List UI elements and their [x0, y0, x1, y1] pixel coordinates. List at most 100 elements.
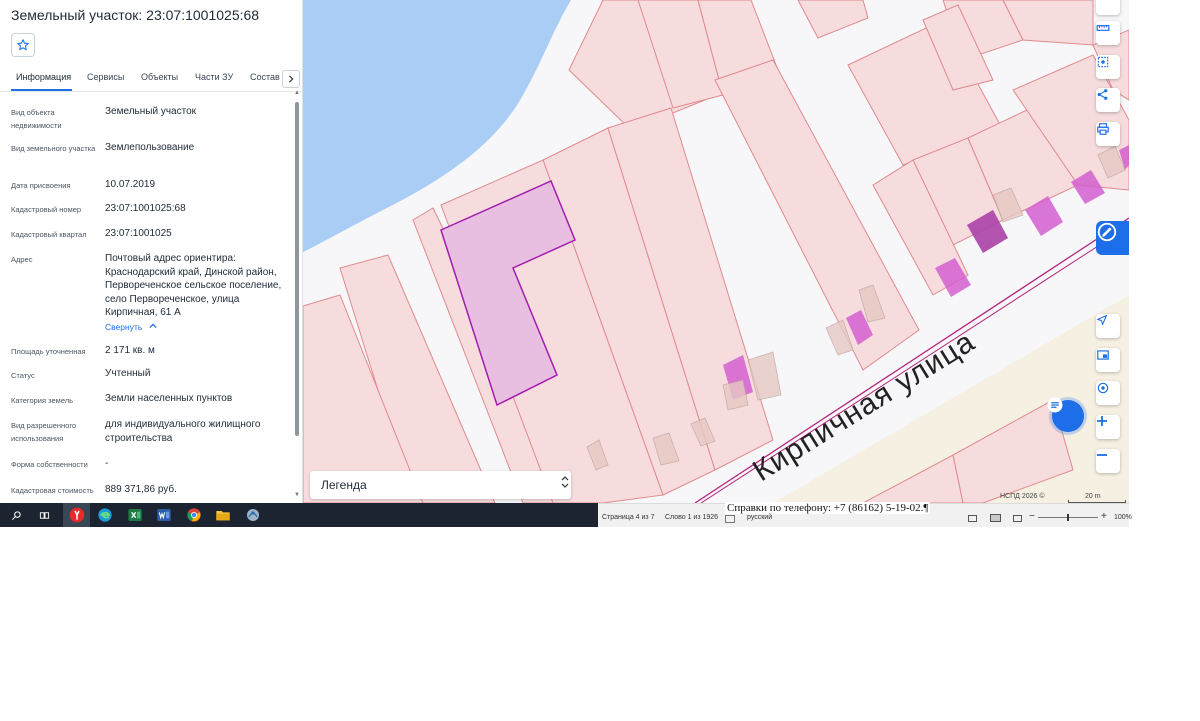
layers-icon: [1096, 0, 1108, 3]
geolocation-icon: [1097, 382, 1109, 394]
active-tab-indicator: [11, 89, 72, 91]
property-label: Дата присвоения: [11, 181, 71, 190]
scale-label: 20 m: [1085, 493, 1101, 500]
zoom-out-icon: [1097, 454, 1107, 456]
word-button[interactable]: [153, 505, 175, 525]
legend-label: Легенда: [321, 478, 367, 492]
tab-objects[interactable]: Объекты: [141, 72, 178, 82]
print-button[interactable]: [1096, 122, 1120, 146]
property-value: Учтенный: [105, 368, 151, 379]
property-label: Категория земель: [11, 396, 74, 405]
network-button[interactable]: [242, 505, 264, 525]
locate-button[interactable]: [1096, 314, 1120, 338]
tab-parts[interactable]: Части ЗУ: [195, 72, 233, 82]
proofing-icon[interactable]: [725, 515, 735, 523]
chat-button[interactable]: [1046, 396, 1090, 436]
yandex-browser-button[interactable]: [63, 503, 90, 527]
chrome-button[interactable]: [183, 505, 205, 525]
property-value: для индивидуального жилищного строительс…: [105, 419, 261, 444]
zoom-in-icon: [1097, 416, 1107, 426]
share-icon: [1097, 89, 1108, 100]
page-title: Земельный участок: 23:07:1001025:68: [11, 7, 260, 23]
parcel[interactable]: [797, 0, 869, 39]
scroll-thumb[interactable]: [295, 102, 299, 436]
property-label: Вид объекта недвижимости: [11, 108, 62, 130]
page-count[interactable]: Страница 4 из 7: [602, 514, 654, 521]
language-indicator[interactable]: русский: [747, 514, 772, 521]
print-icon: [1097, 123, 1109, 135]
zoom-slider-thumb[interactable]: [1067, 514, 1069, 521]
tab-info[interactable]: Информация: [16, 72, 71, 82]
chevron-right-icon: [288, 75, 294, 83]
tabs-next-button[interactable]: [282, 70, 300, 88]
layers-button[interactable]: [1096, 0, 1120, 15]
excel-button[interactable]: [124, 505, 146, 525]
word-count[interactable]: Слово 1 из 1926: [665, 514, 718, 521]
info-panel: Земельный участок: 23:07:1001025:68 Инфо…: [0, 0, 303, 503]
yandex-browser-icon: [69, 507, 84, 523]
property-value: 23:07:1001025:68: [105, 203, 186, 214]
property-value: 889 371,86 руб.: [105, 484, 177, 495]
select-area-icon: [1097, 56, 1109, 68]
property-label: Форма собственности: [11, 460, 88, 469]
legend-panel[interactable]: Легенда: [310, 471, 571, 499]
chat-icon: [1047, 397, 1084, 432]
tab-bar: Информация Сервисы Объекты Части ЗУ Сост…: [0, 66, 302, 92]
share-button[interactable]: [1096, 88, 1120, 112]
taskbar: [0, 503, 598, 527]
task-view-icon: [39, 511, 49, 519]
favorite-button[interactable]: [11, 33, 35, 57]
select-area-button[interactable]: [1096, 55, 1120, 79]
property-value: 2 171 кв. м: [105, 345, 155, 356]
file-explorer-button[interactable]: [212, 505, 234, 525]
scroll-down-icon[interactable]: ▼: [294, 492, 300, 498]
zoom-level[interactable]: 100%: [1114, 514, 1132, 521]
zoom-in-icon[interactable]: +: [1101, 511, 1107, 522]
word-icon: [157, 509, 171, 521]
geolocation-button[interactable]: [1096, 381, 1120, 405]
word-status-bar: Справки по телефону: +7 (86162) 5-19-02.…: [598, 502, 1132, 527]
scroll-up-icon[interactable]: ▲: [294, 90, 300, 96]
outbuilding: [722, 379, 749, 411]
zoom-in-button[interactable]: [1096, 415, 1120, 439]
star-icon: [17, 39, 29, 51]
property-value: 23:07:1001025: [105, 228, 172, 239]
property-value: Земельный участок: [105, 106, 197, 117]
property-label: Кадастровая стоимость: [11, 486, 94, 495]
print-layout-icon[interactable]: [990, 514, 1001, 522]
property-label: Статус: [11, 371, 35, 380]
property-label: Адрес: [11, 255, 33, 264]
address-value: Почтовый адрес ориентира: Краснодарский …: [105, 253, 282, 318]
zoom-out-icon[interactable]: −: [1029, 511, 1035, 522]
property-list: Вид объекта недвижимости Земельный участ…: [0, 96, 294, 503]
measure-button[interactable]: [1096, 21, 1120, 45]
web-layout-icon[interactable]: [1013, 515, 1022, 522]
map-canvas[interactable]: Кирпичная улица: [303, 0, 1129, 503]
zoom-out-button[interactable]: [1096, 449, 1120, 473]
property-label: Вид земельного участка: [11, 144, 96, 153]
chevron-up-icon: [149, 323, 157, 329]
task-view-button[interactable]: [33, 505, 55, 525]
tab-services[interactable]: Сервисы: [87, 72, 124, 82]
tab-composition[interactable]: Состав: [250, 72, 280, 82]
minimap-button[interactable]: [1096, 348, 1120, 372]
property-label: Вид разрешенного использования: [11, 421, 77, 443]
ruler-icon: [1096, 25, 1110, 31]
edge-button[interactable]: [94, 505, 116, 525]
read-mode-icon[interactable]: [968, 515, 977, 522]
minimap-icon: [1097, 350, 1109, 360]
property-label: Кадастровый номер: [11, 205, 82, 214]
document-text-line: Справки по телефону: +7 (86162) 5-19-02.…: [725, 502, 931, 514]
taskbar-search-button[interactable]: [5, 505, 27, 525]
property-label: Площадь уточненная: [11, 347, 86, 356]
locate-icon: [1097, 315, 1107, 325]
map-view[interactable]: Кирпичная улица Легенда НСПД 2026 © 20 m: [303, 0, 1129, 503]
panel-scrollbar[interactable]: ▲ ▼: [294, 90, 300, 498]
property-value: -: [105, 458, 109, 469]
edge-icon: [98, 508, 112, 522]
side-panel-tab[interactable]: [1096, 221, 1129, 255]
collapse-link[interactable]: Свернуть: [105, 322, 157, 332]
map-edit-icon: [1097, 222, 1117, 242]
property-label: Кадастровый квартал: [11, 230, 87, 239]
file-explorer-icon: [216, 511, 230, 521]
